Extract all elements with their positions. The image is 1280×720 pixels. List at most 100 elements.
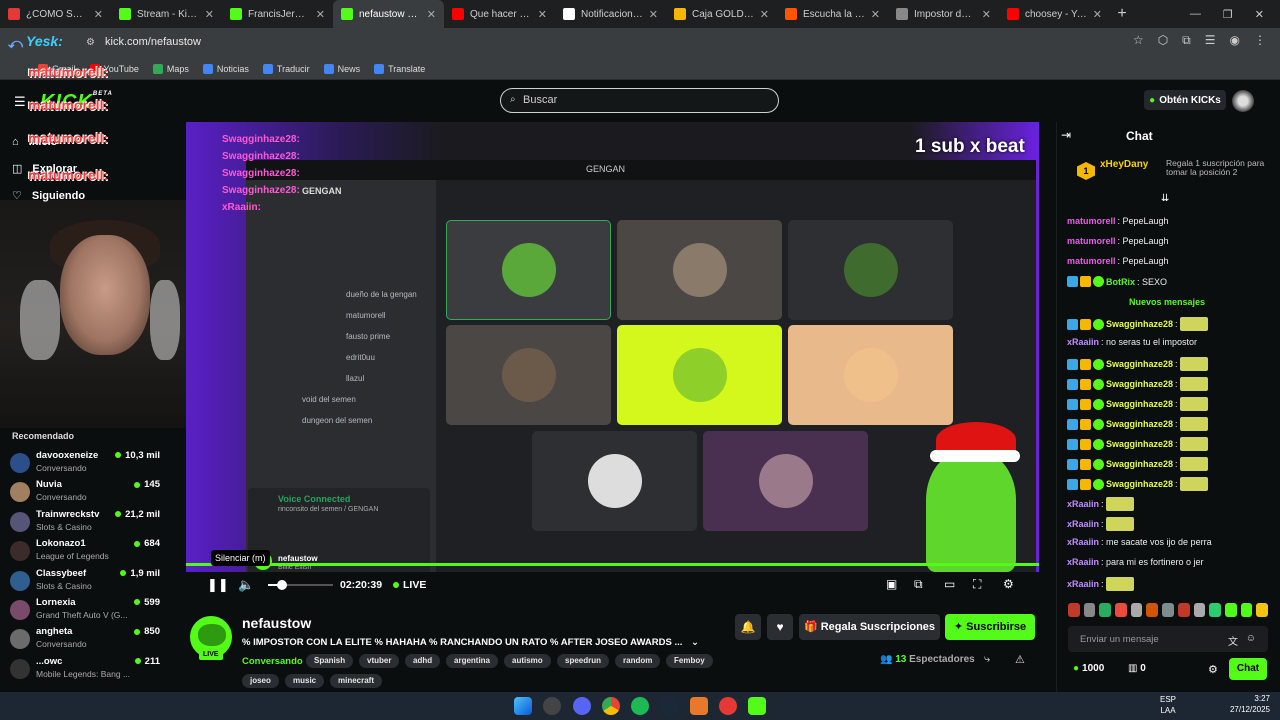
stream-tag[interactable]: Spanish (306, 654, 354, 668)
more-icon[interactable]: ⋮ (1254, 33, 1266, 48)
chat-settings-icon[interactable]: ⚙ (1208, 663, 1218, 676)
chat-username[interactable]: Swagginhaze28 (1106, 459, 1173, 469)
tab-close-icon[interactable]: ✕ (871, 8, 880, 21)
fullscreen-icon[interactable]: ⛶ (973, 577, 981, 592)
tab-close-icon[interactable]: ✕ (316, 8, 325, 21)
emote-icon[interactable] (1193, 603, 1206, 617)
browser-tab[interactable]: Que hacer cuand... ✕ (444, 0, 555, 28)
browser-tab[interactable]: ¿CÓMO SE PRA... ✕ (0, 0, 111, 28)
obs-icon[interactable] (719, 697, 737, 715)
back-icon[interactable]: ⤺ (8, 35, 23, 52)
recommended-channel[interactable]: davooxeneize Conversando 10,3 mil (10, 450, 160, 476)
emote-icon[interactable] (1256, 603, 1268, 617)
bookmark-star-icon[interactable]: ☆ (1133, 33, 1144, 48)
search-app-icon[interactable] (543, 697, 561, 715)
browser-tab[interactable]: Notificaciones / X ✕ (555, 0, 666, 28)
hamburger-icon[interactable]: ☰ (14, 94, 26, 110)
browser-tab[interactable]: Caja GOLD DIGGE... ✕ (666, 0, 777, 28)
browser-tab[interactable]: Stream - Kick Da... ✕ (111, 0, 222, 28)
chat-username[interactable]: Swagginhaze28 (1106, 479, 1173, 489)
steam-icon[interactable] (660, 697, 678, 715)
chat-username[interactable]: matumorell (1067, 236, 1116, 246)
recommended-channel[interactable]: Trainwreckstv Slots & Casino 21,2 mil (10, 509, 160, 535)
chat-username[interactable]: xRaaiin (1067, 499, 1099, 509)
recommended-channel[interactable]: angheta Conversando 850 (10, 626, 160, 652)
chat-username[interactable]: xRaaiin (1067, 519, 1099, 529)
collapse-chat-icon[interactable]: ⇥ (1061, 128, 1071, 142)
stream-tag[interactable]: adhd (405, 654, 441, 668)
chat-username[interactable]: Swagginhaze28 (1106, 399, 1173, 409)
windows-start-icon[interactable] (514, 697, 532, 715)
expand-chevron-icon[interactable]: ⌄ (691, 637, 699, 648)
bookmark-item[interactable]: Noticias (202, 63, 249, 74)
recommended-channel[interactable]: Lornexia Grand Theft Auto V (G... 599 (10, 597, 160, 623)
stream-tag[interactable]: music (285, 674, 325, 688)
tab-close-icon[interactable]: ✕ (760, 8, 769, 21)
gift-subs-button[interactable]: 🎁 Regala Suscripciones (799, 614, 940, 640)
chat-username[interactable]: xRaaiin (1067, 537, 1099, 547)
chat-username[interactable]: matumorell (1067, 256, 1116, 266)
notification-bell-button[interactable]: 🔔 (735, 614, 761, 640)
spotify-icon[interactable] (631, 697, 649, 715)
emote-icon[interactable] (1146, 603, 1159, 617)
report-icon[interactable]: ⚠ (1015, 653, 1025, 666)
stream-tag[interactable]: vtuber (359, 654, 400, 668)
seek-bar[interactable] (186, 563, 1039, 566)
get-kicks-button[interactable]: ● Obtén KICKs (1144, 90, 1226, 110)
kick-app-icon[interactable] (748, 697, 766, 715)
chat-username[interactable]: matumorell (1067, 216, 1116, 226)
blitz-icon[interactable] (690, 697, 708, 715)
new-tab-button[interactable]: + (1110, 5, 1134, 23)
site-info-icon[interactable]: ⚙ (86, 37, 95, 48)
channel-name[interactable]: nefaustow (242, 615, 311, 631)
emote-icon[interactable] (1099, 603, 1112, 617)
maximize-icon[interactable]: ❐ (1223, 8, 1233, 21)
stream-tag[interactable]: speedrun (557, 654, 610, 668)
clip-icon[interactable]: ⧉ (914, 577, 923, 592)
share-icon[interactable]: ⤷ (984, 653, 990, 666)
settings-icon[interactable]: ⚙ (1003, 577, 1014, 591)
clock[interactable]: 3:27 27/12/2025 (1230, 693, 1270, 715)
emote-icon[interactable] (1068, 603, 1080, 617)
pip-icon[interactable]: ▭ (944, 577, 955, 591)
emote-icon[interactable] (1083, 603, 1096, 617)
chat-username[interactable]: Swagginhaze28 (1106, 419, 1173, 429)
pause-icon[interactable]: ❚❚ (207, 577, 229, 593)
emote-icon[interactable] (1177, 603, 1190, 617)
emote-icon[interactable] (1224, 603, 1237, 617)
user-avatar[interactable] (1232, 90, 1254, 112)
kicks-balance[interactable]: 1000 (1073, 663, 1104, 674)
minimize-icon[interactable]: — (1190, 8, 1201, 20)
stream-category[interactable]: Conversando (242, 656, 303, 667)
recommended-channel[interactable]: Nuvia Conversando 145 (10, 479, 160, 505)
browser-tab[interactable]: choosey - YouTub... ✕ (999, 0, 1110, 28)
chat-username[interactable]: xRaaiin (1067, 557, 1099, 567)
browser-tab[interactable]: Escucha la música... ✕ (777, 0, 888, 28)
tab-close-icon[interactable]: ✕ (205, 8, 214, 21)
chat-username[interactable]: Swagginhaze28 (1106, 379, 1173, 389)
recommended-channel[interactable]: Classybeef Slots & Casino 1,9 mil (10, 568, 160, 594)
translate-icon[interactable]: 文 (1228, 633, 1238, 648)
emoji-icon[interactable]: ☺ (1246, 633, 1256, 644)
search-input[interactable]: ⌕ Buscar (500, 88, 779, 113)
stream-tag[interactable]: minecraft (330, 674, 383, 688)
follow-button[interactable]: ♥ (767, 614, 793, 640)
extensions-puzzle-icon[interactable]: ⧉ (1182, 33, 1191, 48)
close-icon[interactable]: ✕ (1255, 8, 1264, 21)
emote-icon[interactable] (1115, 603, 1127, 617)
tab-close-icon[interactable]: ✕ (1093, 8, 1102, 21)
chat-username[interactable]: BotRix (1106, 277, 1135, 287)
chat-username[interactable]: Swagginhaze28 (1106, 319, 1173, 329)
emote-icon[interactable] (1162, 603, 1174, 617)
chat-username[interactable]: xRaaiin (1067, 579, 1099, 589)
tab-close-icon[interactable]: ✕ (427, 8, 436, 21)
theater-icon[interactable]: ▣ (886, 577, 897, 591)
subscribe-button[interactable]: ✦ Suscribirse (945, 614, 1035, 640)
recommended-channel[interactable]: ...owc Mobile Legends: Bang ... 211 (10, 656, 160, 682)
new-messages-divider[interactable]: Nuevos mensajes (1067, 297, 1267, 307)
tab-close-icon[interactable]: ✕ (649, 8, 658, 21)
volume-icon[interactable]: 🔈 (238, 577, 254, 593)
pinned-user[interactable]: xHeyDany (1100, 159, 1148, 170)
stream-tag[interactable]: random (615, 654, 661, 668)
stream-tag[interactable]: argentina (446, 654, 499, 668)
